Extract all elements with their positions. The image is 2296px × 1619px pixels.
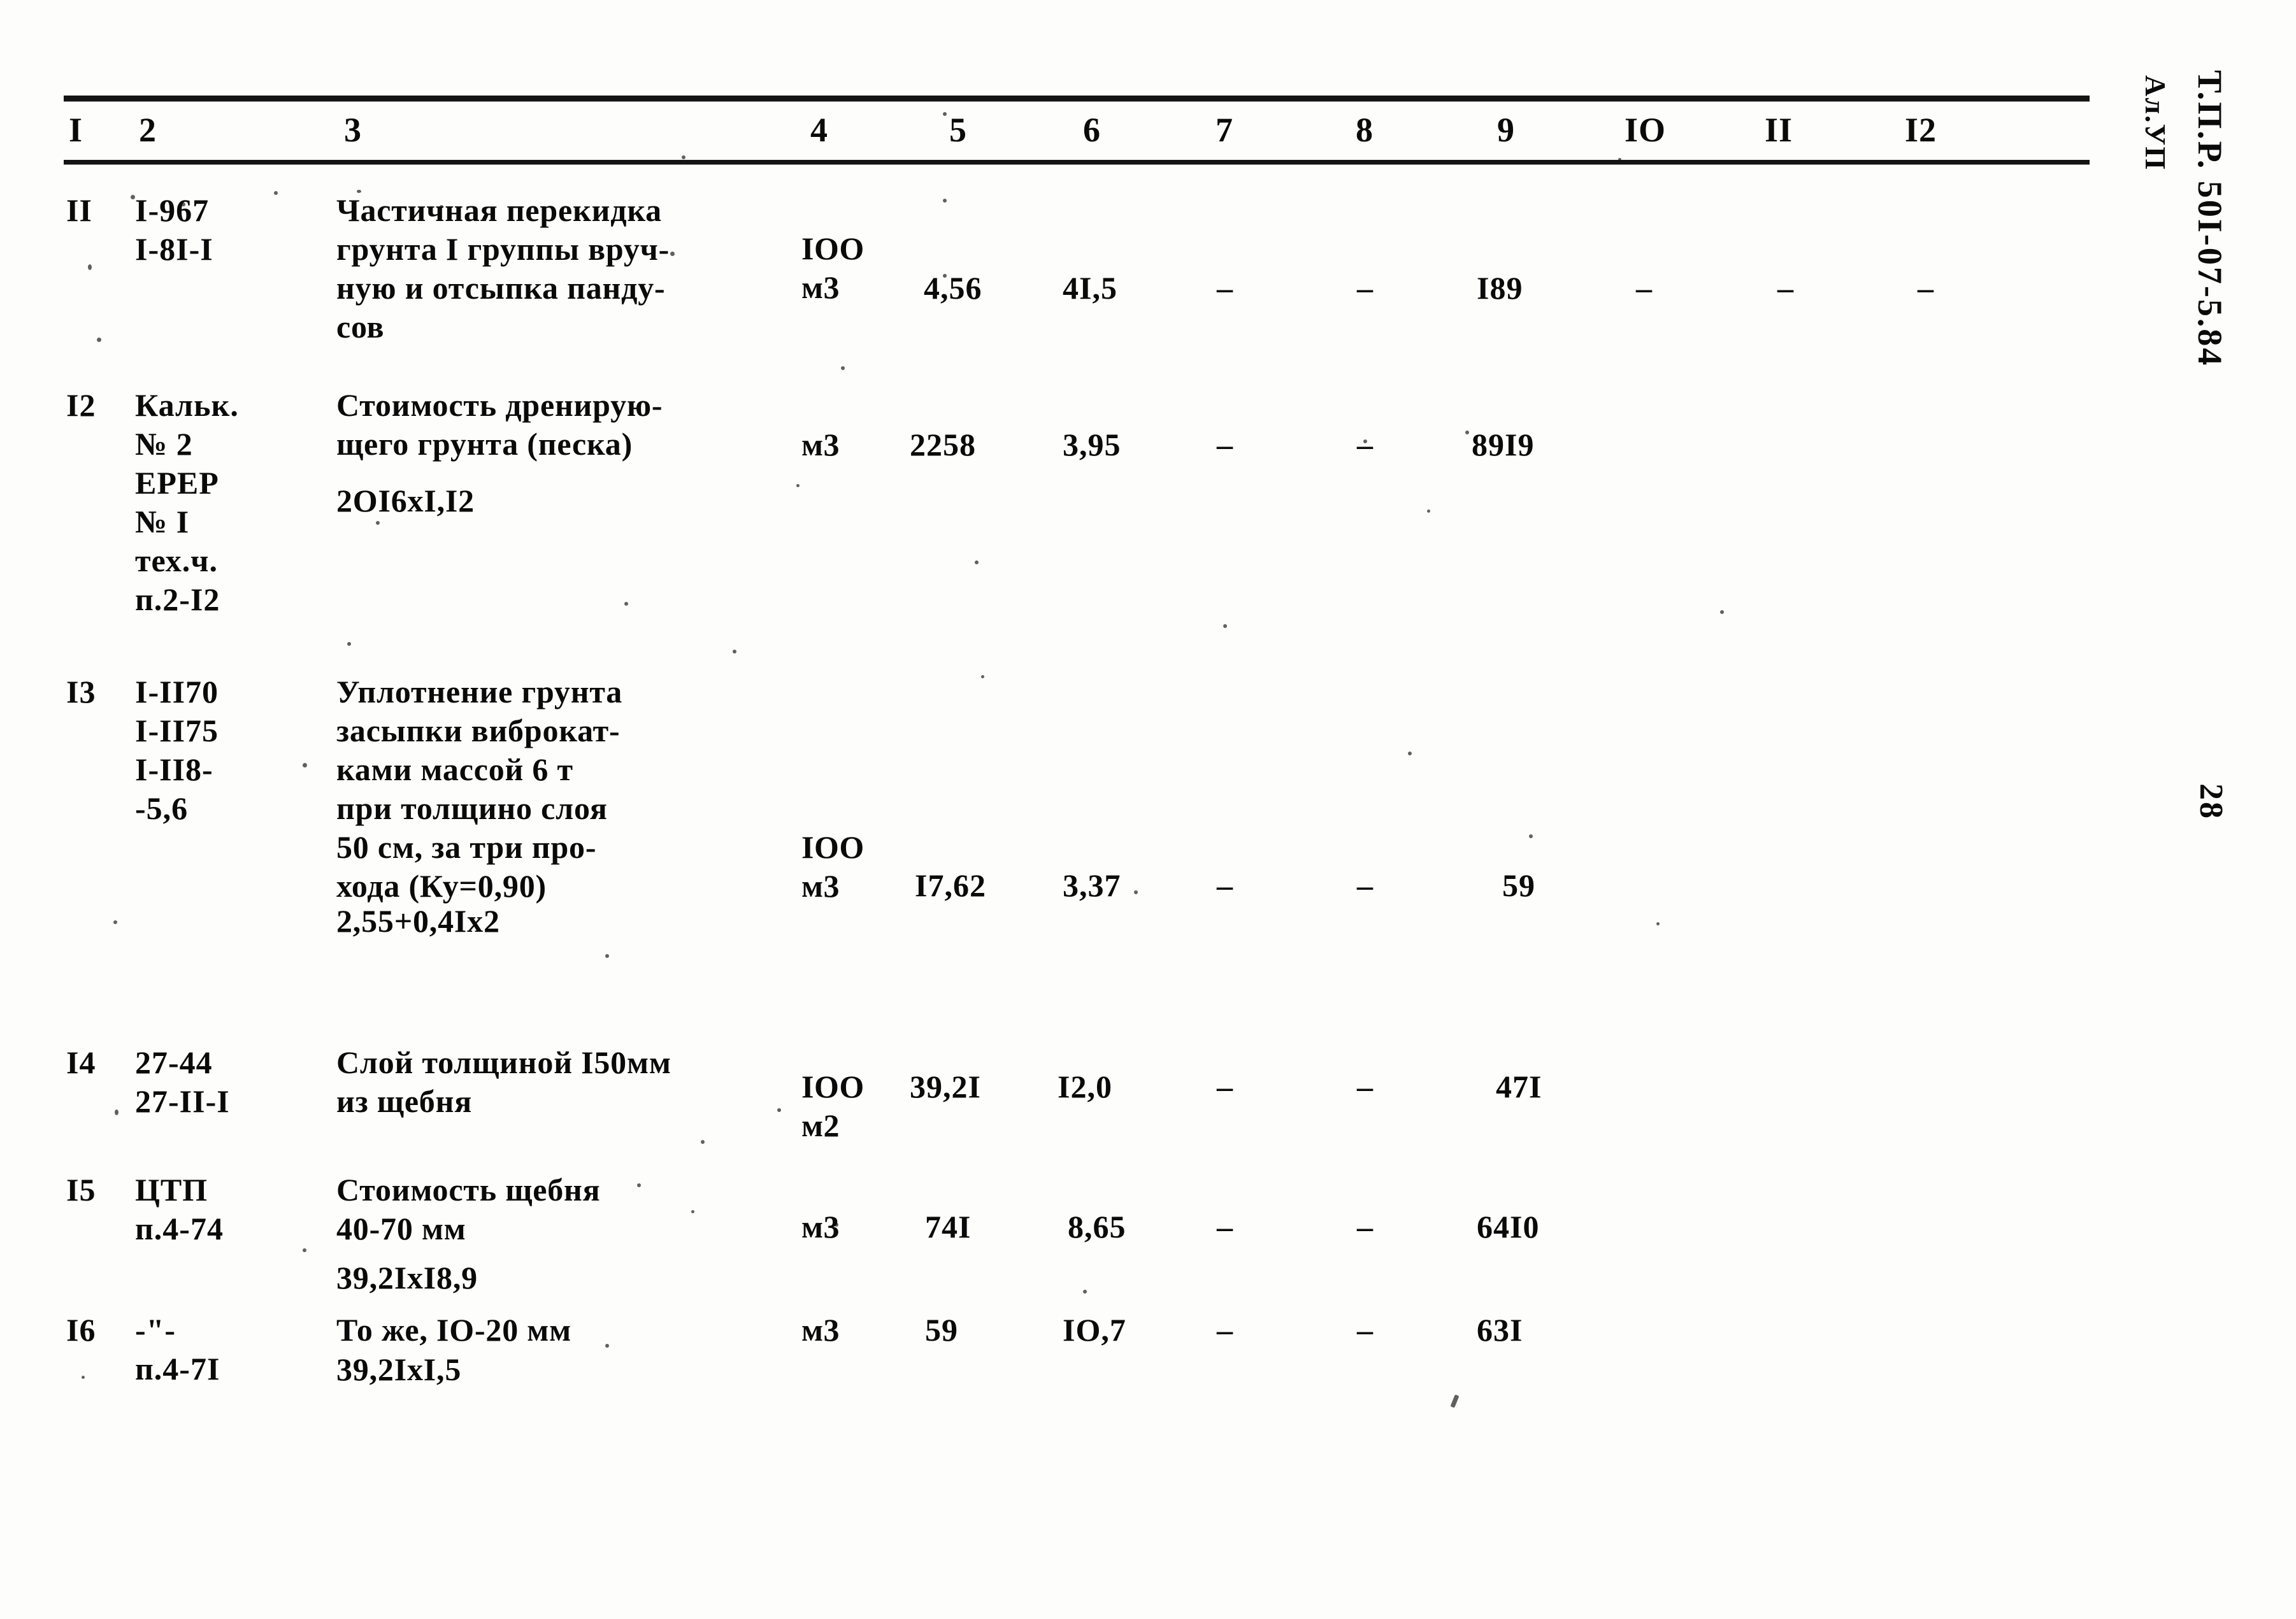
row-col9: 64I0: [1477, 1209, 1540, 1245]
row-col6: I2,0: [1058, 1069, 1112, 1104]
row-code: I-967 I-8I-I: [135, 192, 213, 267]
row-unit: м3: [801, 427, 840, 462]
col-header-8: 8: [1356, 111, 1374, 149]
col-header-1: I: [69, 111, 83, 149]
col-header-6: 6: [1083, 111, 1101, 149]
row-unit: IOO м3: [801, 829, 865, 904]
row-col5: 59: [925, 1312, 958, 1348]
col-header-5: 5: [949, 111, 967, 149]
row-unit: IOO м2: [801, 1069, 865, 1143]
col-header-10: IO: [1625, 111, 1667, 149]
row-desc-calc: 2,55+0,4Ix2: [336, 903, 500, 939]
row-no: II: [66, 192, 92, 228]
row-col7: –: [1217, 867, 1233, 903]
row-col8: –: [1357, 1069, 1374, 1104]
row-no: I4: [66, 1045, 96, 1080]
row-code: I-II70 I-II75 I-II8- -5,6: [135, 674, 219, 826]
row-col5: 74I: [925, 1209, 972, 1245]
row-col8: –: [1357, 1209, 1374, 1245]
row-col7: –: [1217, 1069, 1233, 1104]
row-col9: 47I: [1496, 1069, 1542, 1104]
row-no: I3: [66, 674, 96, 710]
col-header-11: II: [1765, 111, 1793, 149]
row-desc-calc: 39,2IxI8,9: [336, 1260, 478, 1295]
row-col9: 89I9: [1472, 427, 1535, 462]
col-header-7: 7: [1216, 111, 1233, 149]
row-col9: 63I: [1477, 1312, 1523, 1348]
table-body: II I-967 I-8I-I Частичная перекидка грун…: [64, 164, 2090, 1521]
row-no: I2: [66, 387, 96, 423]
row-col8: –: [1357, 867, 1374, 903]
row-col5: 2258: [910, 427, 976, 462]
row-col9: 59: [1502, 867, 1535, 903]
row-col12: –: [1918, 270, 1934, 306]
page-number: 28: [2193, 783, 2229, 820]
row-col10: –: [1636, 270, 1653, 306]
col-header-9: 9: [1497, 111, 1515, 149]
row-unit: м3: [801, 1209, 840, 1245]
row-code: -"- п.4-7I: [135, 1312, 220, 1387]
row-col5: 4,56: [924, 270, 982, 306]
row-unit: м3: [801, 1312, 840, 1348]
row-col7: –: [1217, 1209, 1233, 1245]
row-desc-calc: 2OI6xI,I2: [336, 483, 475, 518]
row-desc-calc: 39,2IxI,5: [336, 1352, 462, 1387]
row-col9: I89: [1477, 270, 1523, 306]
row-desc: Слой толщиной I50мм из щебня: [336, 1045, 671, 1119]
row-no: I5: [66, 1172, 96, 1208]
row-col6: 4I,5: [1063, 270, 1117, 306]
row-col6: 3,37: [1063, 867, 1121, 903]
row-unit: IOO м3: [801, 231, 865, 305]
row-col6: IO,7: [1063, 1312, 1126, 1348]
row-col11: –: [1777, 270, 1794, 306]
row-desc: Стоимость дренирую- щего грунта (песка): [336, 387, 663, 462]
album-stamp: Ал.УП: [2139, 75, 2172, 171]
col-header-4: 4: [810, 111, 828, 149]
col-header-2: 2: [139, 111, 157, 149]
row-code: 27-44 27-II-I: [135, 1045, 230, 1119]
row-code: ЦТП п.4-74: [135, 1172, 224, 1246]
row-desc: Частичная перекидка грунта I группы вруч…: [336, 192, 670, 345]
table-header-rule: [64, 160, 2090, 164]
document-code-stamp: Т.П.Р. 50I-07-5.84: [2191, 70, 2229, 367]
col-header-3: 3: [344, 111, 362, 149]
row-col5: 39,2I: [910, 1069, 981, 1104]
row-code: Кальк. № 2 ЕРЕР № I тех.ч. п.2-I2: [135, 387, 239, 617]
row-col7: –: [1217, 427, 1233, 462]
row-col6: 8,65: [1068, 1209, 1126, 1245]
table-top-rule: [64, 96, 2090, 101]
row-col7: –: [1217, 1312, 1233, 1348]
row-desc: То же, IO-20 мм: [336, 1312, 572, 1348]
row-col8: –: [1357, 427, 1374, 462]
row-col7: –: [1217, 270, 1233, 306]
row-col8: –: [1357, 270, 1374, 306]
row-desc: Уплотнение грунта засыпки виброкат- ками…: [336, 674, 623, 904]
row-desc: Стоимость щебня 40-70 мм: [336, 1172, 601, 1246]
row-col8: –: [1357, 1312, 1374, 1348]
col-header-12: I2: [1905, 111, 1937, 149]
table-header-row: I 2 3 4 5 6 7 8 9 IO II I2: [64, 101, 2090, 160]
row-col6: 3,95: [1063, 427, 1121, 462]
row-no: I6: [66, 1312, 96, 1348]
estimate-table: I 2 3 4 5 6 7 8 9 IO II I2 II I-967 I-8I…: [64, 96, 2090, 1521]
row-col5: I7,62: [915, 867, 986, 903]
